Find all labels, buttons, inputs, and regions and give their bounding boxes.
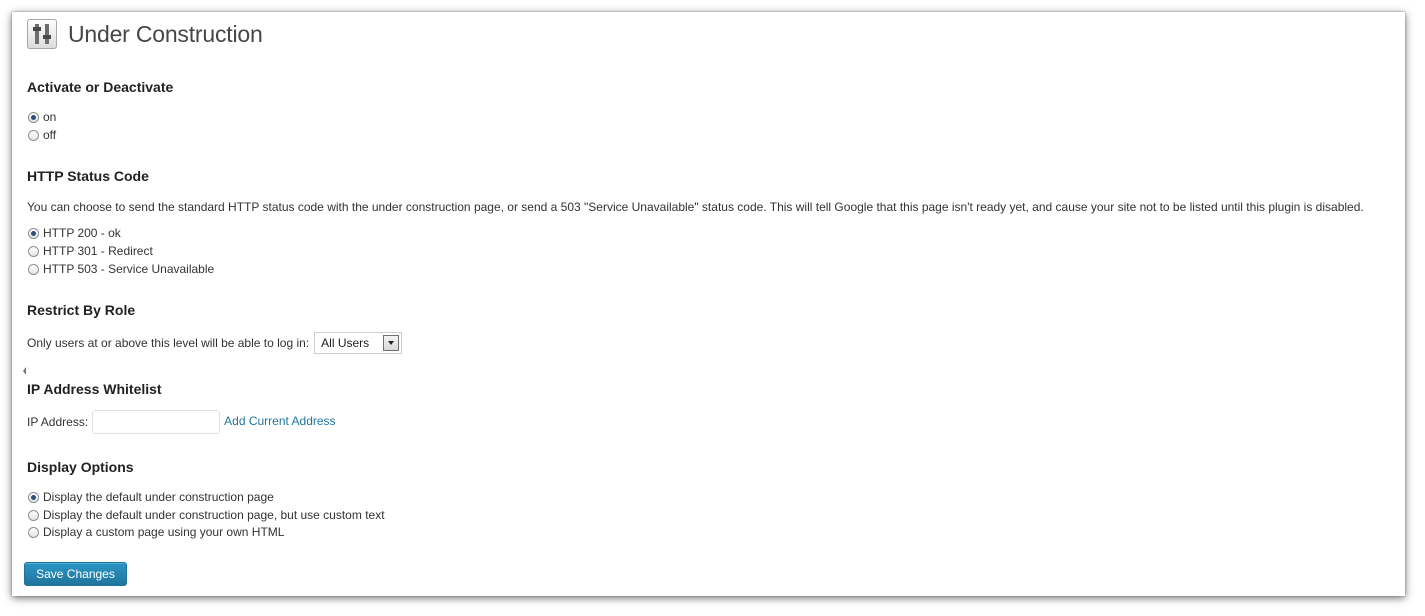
radio-label-display-custom-html: Display a custom page using your own HTM… xyxy=(43,525,285,539)
role-select[interactable]: All Users xyxy=(314,332,403,354)
radio-label-display-custom-text: Display the default under construction p… xyxy=(43,508,385,522)
save-changes-button[interactable]: Save Changes xyxy=(24,562,127,586)
radio-http-200[interactable]: HTTP 200 - ok xyxy=(27,225,121,241)
section-title-http: HTTP Status Code xyxy=(27,168,149,184)
radio-display-custom-text[interactable]: Display the default under construction p… xyxy=(27,507,385,523)
http-description: You can choose to send the standard HTTP… xyxy=(27,200,1364,214)
role-label: Only users at or above this level will b… xyxy=(27,336,310,350)
radio-label-on: on xyxy=(43,110,57,124)
ip-label: IP Address: xyxy=(27,415,89,429)
radio-display-custom-html[interactable]: Display a custom page using your own HTM… xyxy=(27,524,284,540)
edge-marker xyxy=(23,367,26,375)
settings-content: Under Construction Activate or Deactivat… xyxy=(24,17,1405,596)
add-current-address-link[interactable]: Add Current Address xyxy=(224,414,335,428)
section-title-role: Restrict By Role xyxy=(27,302,136,318)
section-title-activate: Activate or Deactivate xyxy=(27,79,174,95)
radio-label-http-301: HTTP 301 - Redirect xyxy=(43,244,153,258)
radio-button-off[interactable] xyxy=(28,129,39,141)
radio-button-on[interactable] xyxy=(28,111,39,123)
radio-button-display-custom-text[interactable] xyxy=(28,509,39,521)
page-header: Under Construction xyxy=(27,18,263,50)
radio-button-http-200[interactable] xyxy=(28,227,39,239)
radio-label-http-200: HTTP 200 - ok xyxy=(43,226,121,240)
radio-display-default[interactable]: Display the default under construction p… xyxy=(27,489,274,505)
sliders-icon xyxy=(27,19,57,49)
radio-label-http-503: HTTP 503 - Service Unavailable xyxy=(43,262,215,276)
radio-button-http-301[interactable] xyxy=(28,245,39,257)
radio-button-display-custom-html[interactable] xyxy=(28,526,39,538)
radio-on[interactable]: on xyxy=(27,109,56,125)
ip-row: IP Address: Add Current Address xyxy=(27,410,336,434)
settings-panel: Under Construction Activate or Deactivat… xyxy=(12,12,1405,596)
page-title: Under Construction xyxy=(68,20,263,47)
radio-label-display-default: Display the default under construction p… xyxy=(43,490,274,504)
radio-http-503[interactable]: HTTP 503 - Service Unavailable xyxy=(27,261,214,277)
radio-button-http-503[interactable] xyxy=(28,263,39,275)
section-title-display: Display Options xyxy=(27,459,134,475)
radio-button-display-default[interactable] xyxy=(28,491,39,503)
ip-address-input[interactable] xyxy=(92,410,221,434)
section-title-ip: IP Address Whitelist xyxy=(27,381,162,397)
chevron-down-icon[interactable] xyxy=(383,335,400,351)
radio-http-301[interactable]: HTTP 301 - Redirect xyxy=(27,243,153,259)
radio-off[interactable]: off xyxy=(27,127,56,143)
role-row: Only users at or above this level will b… xyxy=(27,332,403,354)
role-select-value: All Users xyxy=(321,336,370,350)
radio-label-off: off xyxy=(43,128,57,142)
